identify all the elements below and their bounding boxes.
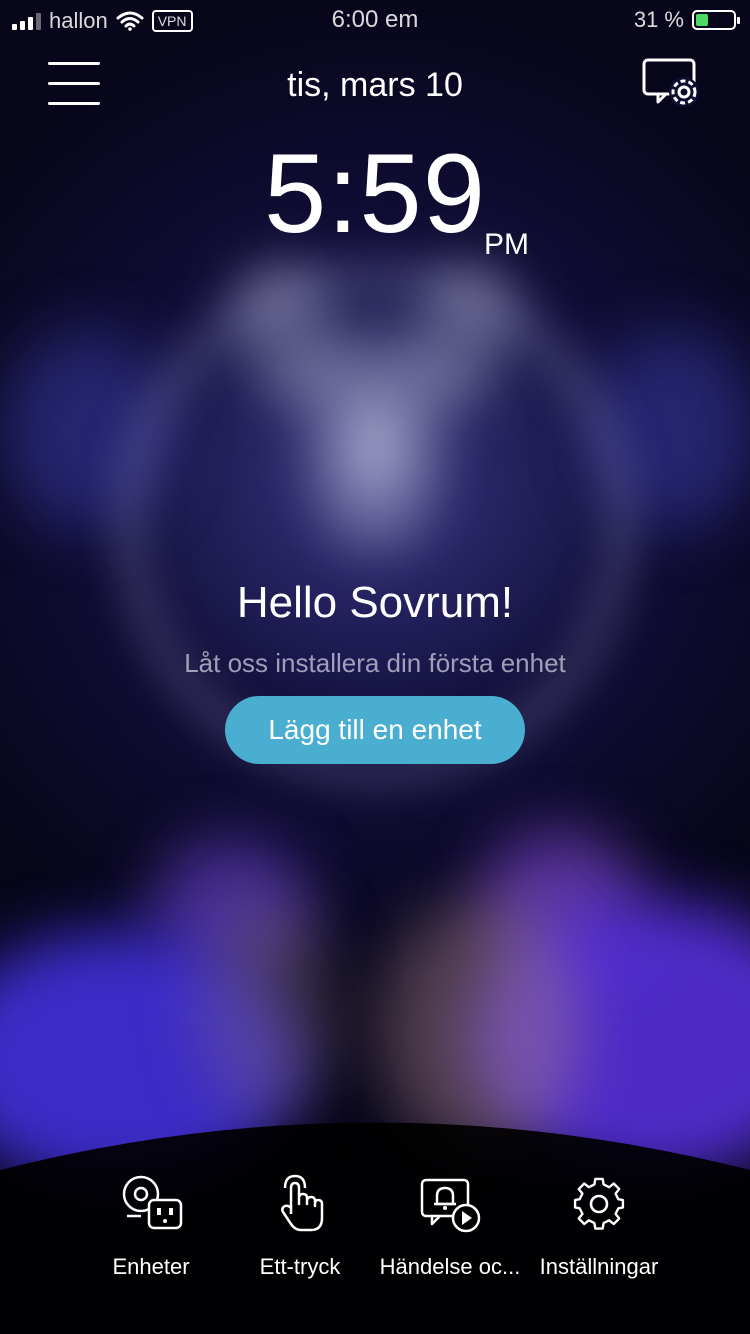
bottom-nav: Enheter Ett-tryck Händelse oc... Inställ… — [0, 1160, 750, 1330]
clock: 5:59 — [0, 138, 750, 250]
nav-item-events[interactable]: Händelse oc... — [370, 1160, 530, 1280]
nav-label-events: Händelse oc... — [379, 1254, 521, 1279]
add-device-button[interactable]: Lägg till en enhet — [225, 696, 525, 764]
nav-item-settings[interactable]: Inställningar — [519, 1160, 679, 1280]
clock-ampm: PM — [484, 228, 529, 261]
nav-item-devices[interactable]: Enheter — [71, 1160, 231, 1280]
greeting-subtitle: Låt oss installera din första enhet — [184, 648, 566, 678]
nav-label-one-tap: Ett-tryck — [259, 1254, 341, 1279]
status-bar: hallon VPN 6:00 em 31 % — [0, 0, 750, 40]
devices-icon — [122, 1175, 183, 1230]
nav-label-devices: Enheter — [112, 1254, 190, 1279]
tap-hand-icon — [281, 1174, 324, 1232]
date-label: tis, mars 10 — [287, 66, 463, 104]
event-bell-icon — [420, 1178, 481, 1233]
nav-item-one-tap[interactable]: Ett-tryck — [220, 1160, 380, 1280]
battery-percent: 31 % — [633, 7, 684, 32]
clock-time: 5:59 — [264, 131, 486, 256]
nav-label-settings: Inställningar — [539, 1254, 659, 1279]
battery-icon — [692, 10, 740, 30]
screen-settings-icon[interactable] — [640, 56, 708, 114]
greeting-title: Hello Sovrum! — [236, 578, 514, 627]
gear-icon — [573, 1177, 625, 1230]
